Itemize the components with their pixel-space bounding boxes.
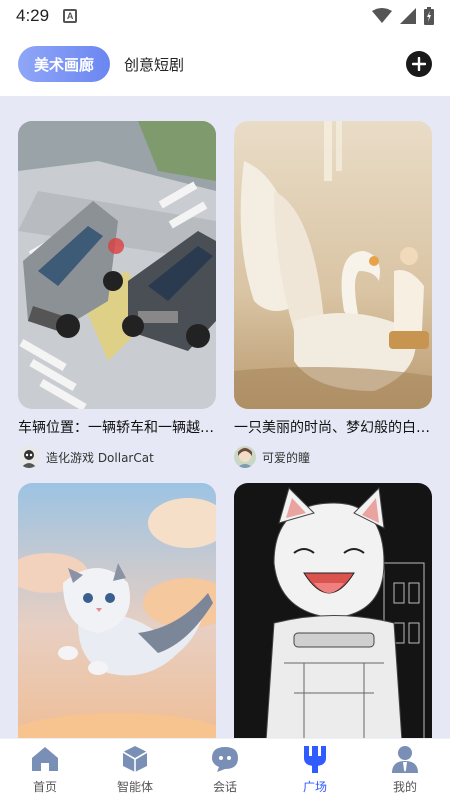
gallery-card[interactable]: 一只美丽的时尚、梦幻般的白天鹅… 可爱的瞳 (234, 121, 432, 469)
tab-creative-shorts[interactable]: 创意短剧 (124, 46, 184, 82)
card-image-car-accident[interactable] (18, 121, 216, 409)
card-image-swan[interactable] (234, 121, 432, 409)
add-button[interactable] (406, 51, 432, 77)
author-name[interactable]: 可爱的瞳 (262, 449, 310, 466)
card-title[interactable]: 一只美丽的时尚、梦幻般的白天鹅… (234, 417, 432, 439)
status-bar: 4:29 A (0, 0, 450, 32)
gallery-card[interactable] (234, 483, 432, 738)
gallery-feed[interactable]: 车辆位置：一辆轿车和一辆越野车… 造化游戏 DollarCat (0, 96, 450, 738)
home-icon (30, 744, 60, 774)
card-title[interactable]: 车辆位置：一辆轿车和一辆越野车… (18, 417, 216, 439)
avatar[interactable] (234, 446, 256, 468)
top-tab-bar: 美术画廊 创意短剧 (0, 32, 450, 96)
status-time: 4:29 (16, 6, 50, 25)
nav-item-agents[interactable]: 智能体 (95, 744, 175, 795)
nav-item-plaza[interactable]: 广场 (275, 744, 355, 795)
nav-label: 智能体 (116, 780, 153, 794)
wifi-icon (372, 8, 392, 23)
cube-icon (120, 744, 150, 774)
chat-icon (210, 744, 240, 774)
avatar[interactable] (18, 446, 40, 468)
card-image-flying-kitten[interactable] (18, 483, 216, 738)
nav-label: 会话 (212, 780, 237, 794)
tab-art-gallery[interactable]: 美术画廊 (18, 46, 111, 82)
nav-item-chat[interactable]: 会话 (185, 744, 265, 795)
nav-item-profile[interactable]: 我的 (365, 744, 445, 795)
nav-item-home[interactable]: 首页 (5, 744, 85, 795)
card-image-laughing-cat[interactable] (234, 483, 432, 738)
plaza-icon (300, 744, 330, 774)
card-author[interactable]: 造化游戏 DollarCat (18, 445, 216, 469)
signal-icon (400, 8, 416, 24)
bottom-navigation: 首页 智能体 会话 广场 我的 (0, 738, 450, 800)
profile-icon (390, 744, 420, 774)
status-icons (372, 7, 434, 25)
nav-label: 我的 (392, 780, 417, 794)
plus-icon (412, 57, 426, 71)
gallery-card[interactable] (18, 483, 216, 738)
gallery-card[interactable]: 车辆位置：一辆轿车和一辆越野车… 造化游戏 DollarCat (18, 121, 216, 469)
author-name[interactable]: 造化游戏 DollarCat (46, 449, 154, 466)
nav-label: 首页 (32, 780, 57, 794)
battery-icon (424, 7, 434, 25)
status-notification-icon: A (63, 9, 78, 23)
nav-label: 广场 (302, 780, 327, 794)
card-author[interactable]: 可爱的瞳 (234, 445, 432, 469)
